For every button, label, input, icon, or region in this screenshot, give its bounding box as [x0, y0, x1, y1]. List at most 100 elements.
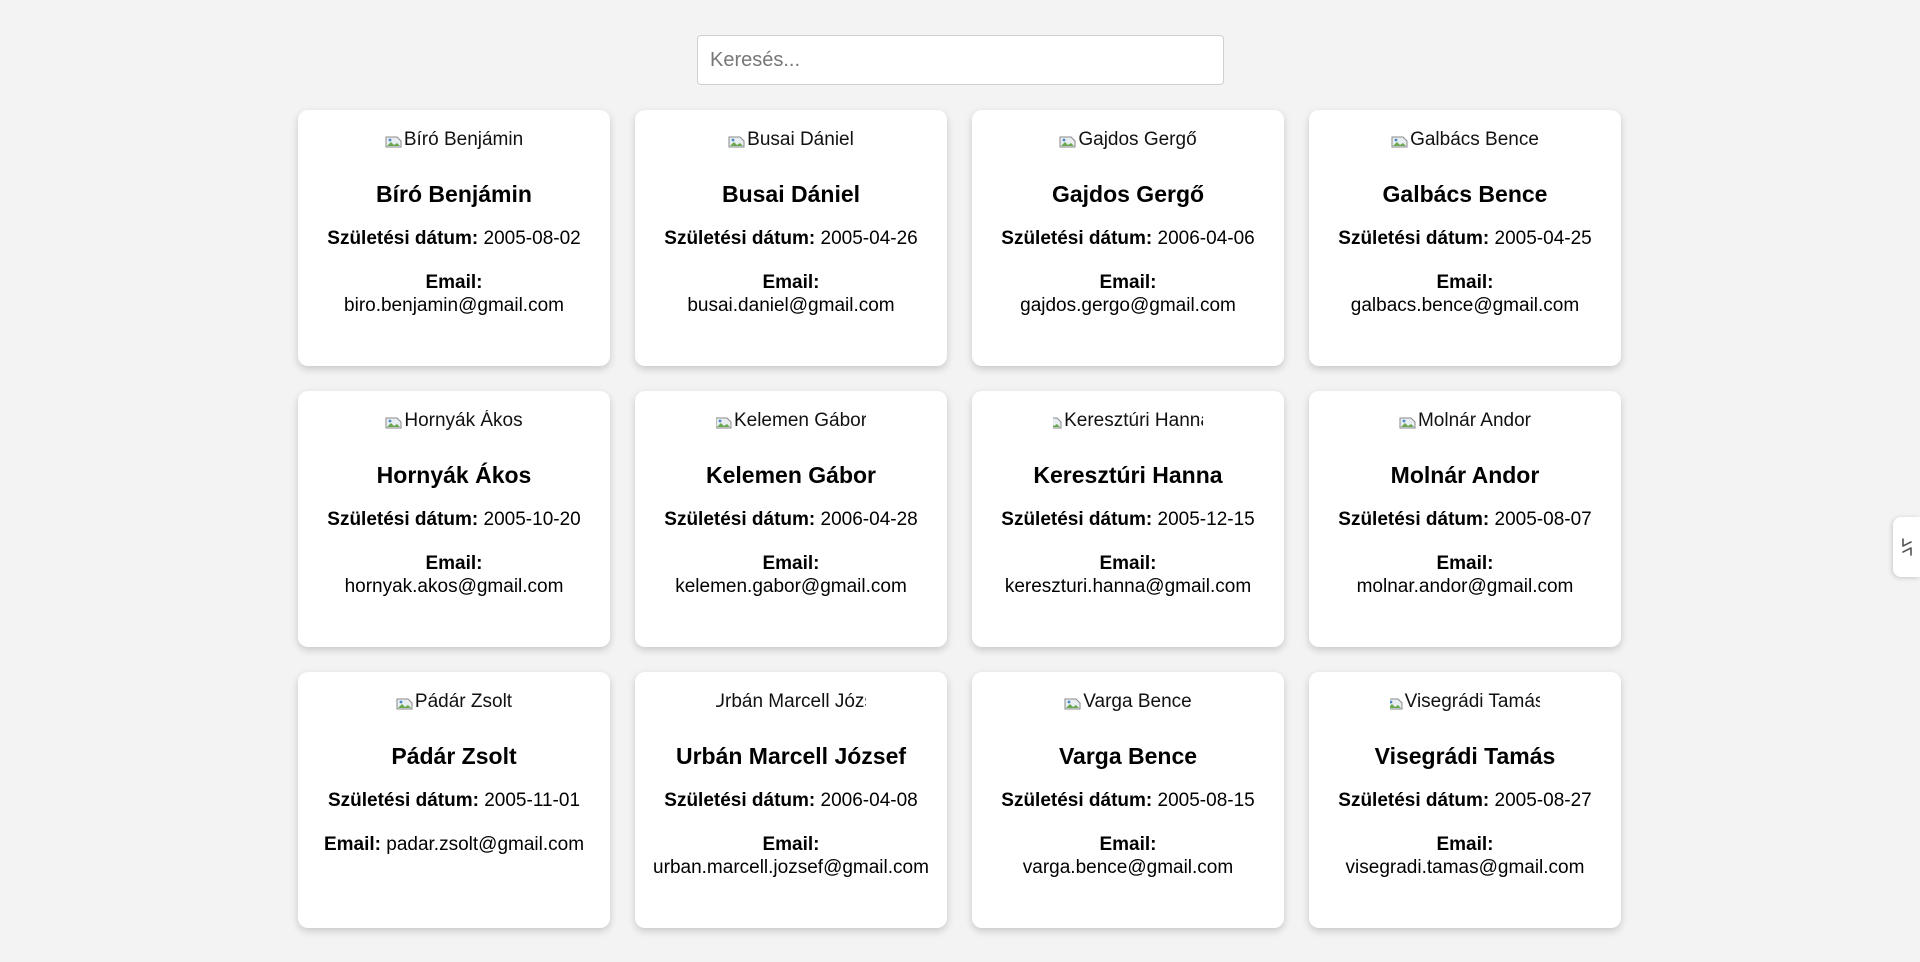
email: Email: varga.bence@gmail.com: [972, 833, 1284, 879]
profile-photo-alt-text: Urbán Marcell József: [716, 691, 866, 712]
birth-date-value: 2006-04-08: [820, 790, 918, 811]
birth-date: Születési dátum: 2005-08-02: [298, 228, 610, 250]
profile-photo-alt-text: Galbács Bence: [1410, 129, 1539, 150]
birth-date-value: 2005-04-26: [820, 228, 918, 249]
broken-image-icon: [716, 414, 733, 429]
email-value: kereszturi.hanna@gmail.com: [1004, 576, 1252, 597]
person-name: Hornyák Ákos: [376, 462, 532, 488]
birth-date: Születési dátum: 2005-04-26: [635, 228, 947, 250]
email-label: Email:: [762, 553, 820, 574]
broken-image-icon: [385, 133, 403, 148]
profile-photo: Molnár Andor: [1390, 410, 1540, 432]
search-input[interactable]: [697, 35, 1224, 85]
birth-date: Születési dátum: 2006-04-28: [635, 509, 947, 531]
profile-photo: Varga Bence: [1053, 691, 1203, 713]
sidebar-toggle-icon: [1901, 538, 1912, 556]
birth-date-value: 2006-04-06: [1157, 228, 1255, 249]
email: Email: kereszturi.hanna@gmail.com: [972, 552, 1284, 598]
person-card: Hornyák Ákos Hornyák Ákos Születési dátum:…: [298, 391, 610, 647]
profile-photo: Galbács Bence: [1390, 129, 1540, 151]
person-name: Gajdos Gergő: [1051, 181, 1205, 207]
side-panel-toggle[interactable]: [1893, 517, 1920, 577]
broken-image-icon: [1053, 414, 1063, 429]
broken-image-icon: [385, 414, 403, 429]
email-value: urban.marcell.jozsef@gmail.com: [653, 857, 929, 878]
broken-image-icon: [1399, 414, 1417, 429]
profile-photo: Kelemen Gábor: [716, 410, 866, 432]
email-value: visegradi.tamas@gmail.com: [1345, 857, 1585, 878]
person-card: Bíró Benjámin Bíró Benjámin Születési dátu…: [298, 110, 610, 366]
person-name: Urbán Marcell József: [675, 743, 907, 769]
person-card: Galbács Bence Galbács Bence Születési dátu…: [1309, 110, 1621, 366]
broken-image-icon: [1390, 695, 1404, 710]
profile-photo: Urbán Marcell József: [716, 691, 866, 713]
person-name: Busai Dániel: [721, 181, 861, 207]
profile-photo: Busai Dániel: [716, 129, 866, 151]
birth-date-value: 2005-08-02: [483, 228, 581, 249]
person-name: Kelemen Gábor: [706, 462, 876, 488]
birth-date: Születési dátum: 2005-12-15: [972, 509, 1284, 531]
profile-photo: Gajdos Gergő: [1053, 129, 1203, 151]
birth-date-value: 2005-08-07: [1494, 509, 1592, 530]
person-name: Pádár Zsolt: [391, 743, 517, 769]
person-card: Gajdos Gergő Gajdos Gergő Születési dátum:…: [972, 110, 1284, 366]
email-value: busai.daniel@gmail.com: [687, 295, 895, 316]
search-bar: [697, 35, 1224, 85]
person-card: Molnár Andor Molnár Andor Születési dátum:…: [1309, 391, 1621, 647]
person-card: Urbán Marcell József Urbán Marcell József…: [635, 672, 947, 928]
broken-image-icon: [1064, 695, 1082, 710]
email-value: molnar.andor@gmail.com: [1356, 576, 1574, 597]
profile-photo-alt-text: Molnár Andor: [1417, 410, 1531, 431]
birth-date-label: Születési dátum:: [1338, 790, 1490, 811]
email: Email: biro.benjamin@gmail.com: [298, 271, 610, 317]
profile-photo-alt-text: Pádár Zsolt: [414, 691, 513, 712]
broken-image-icon: [728, 133, 746, 148]
email-label: Email:: [1099, 553, 1157, 574]
email-label: Email:: [1099, 272, 1157, 293]
email-label: Email:: [1436, 834, 1494, 855]
profile-photo-alt-text: Busai Dániel: [747, 129, 854, 150]
email-value: galbacs.bence@gmail.com: [1350, 295, 1580, 316]
birth-date: Születési dátum: 2005-11-01: [298, 790, 610, 812]
birth-date: Születési dátum: 2005-04-25: [1309, 228, 1621, 250]
email: Email: visegradi.tamas@gmail.com: [1309, 833, 1621, 879]
profile-photo-alt-text: Visegrádi Tamás: [1404, 691, 1540, 712]
broken-image-icon: [1391, 133, 1409, 148]
birth-date-value: 2005-08-15: [1157, 790, 1255, 811]
person-card: Varga Bence Varga Bence Születési dátum: 2…: [972, 672, 1284, 928]
person-card: Visegrádi Tamás Visegrádi Tamás Születési …: [1309, 672, 1621, 928]
person-name: Molnár Andor: [1390, 462, 1540, 488]
email-label: Email:: [425, 553, 483, 574]
email-label: Email:: [1436, 553, 1494, 574]
birth-date-label: Születési dátum:: [327, 509, 479, 530]
birth-date-label: Születési dátum:: [1338, 228, 1490, 249]
broken-image-icon: [396, 695, 414, 710]
email-label: Email:: [323, 834, 381, 855]
birth-date-label: Születési dátum:: [1001, 790, 1153, 811]
email: Email: hornyak.akos@gmail.com: [298, 552, 610, 598]
birth-date-value: 2006-04-28: [820, 509, 918, 530]
birth-date-label: Születési dátum:: [1338, 509, 1490, 530]
profile-photo-alt-text: Gajdos Gergő: [1078, 129, 1197, 150]
profile-photo: Pádár Zsolt: [379, 691, 529, 713]
email: Email: molnar.andor@gmail.com: [1309, 552, 1621, 598]
profile-photo-alt-text: Keresztúri Hanna: [1064, 410, 1203, 431]
profile-photo-alt-text: Hornyák Ákos: [404, 410, 523, 431]
email-label: Email:: [762, 834, 820, 855]
person-name: Galbács Bence: [1382, 181, 1548, 207]
birth-date-value: 2005-12-15: [1157, 509, 1255, 530]
email-label: Email:: [425, 272, 483, 293]
birth-date-label: Születési dátum:: [1001, 509, 1153, 530]
email: Email: busai.daniel@gmail.com: [635, 271, 947, 317]
email: Email: kelemen.gabor@gmail.com: [635, 552, 947, 598]
birth-date: Születési dátum: 2005-08-15: [972, 790, 1284, 812]
person-card: Busai Dániel Busai Dániel Születési dátum:…: [635, 110, 947, 366]
person-card: Keresztúri Hanna Keresztúri Hanna Születés…: [972, 391, 1284, 647]
broken-image-icon: [1059, 133, 1077, 148]
email-label: Email:: [1099, 834, 1157, 855]
profile-photo: Hornyák Ákos: [379, 410, 529, 432]
email-value: biro.benjamin@gmail.com: [344, 295, 564, 316]
birth-date-label: Születési dátum:: [664, 509, 816, 530]
birth-date-label: Születési dátum:: [327, 790, 479, 811]
person-card: Kelemen Gábor Kelemen Gábor Születési dátu…: [635, 391, 947, 647]
